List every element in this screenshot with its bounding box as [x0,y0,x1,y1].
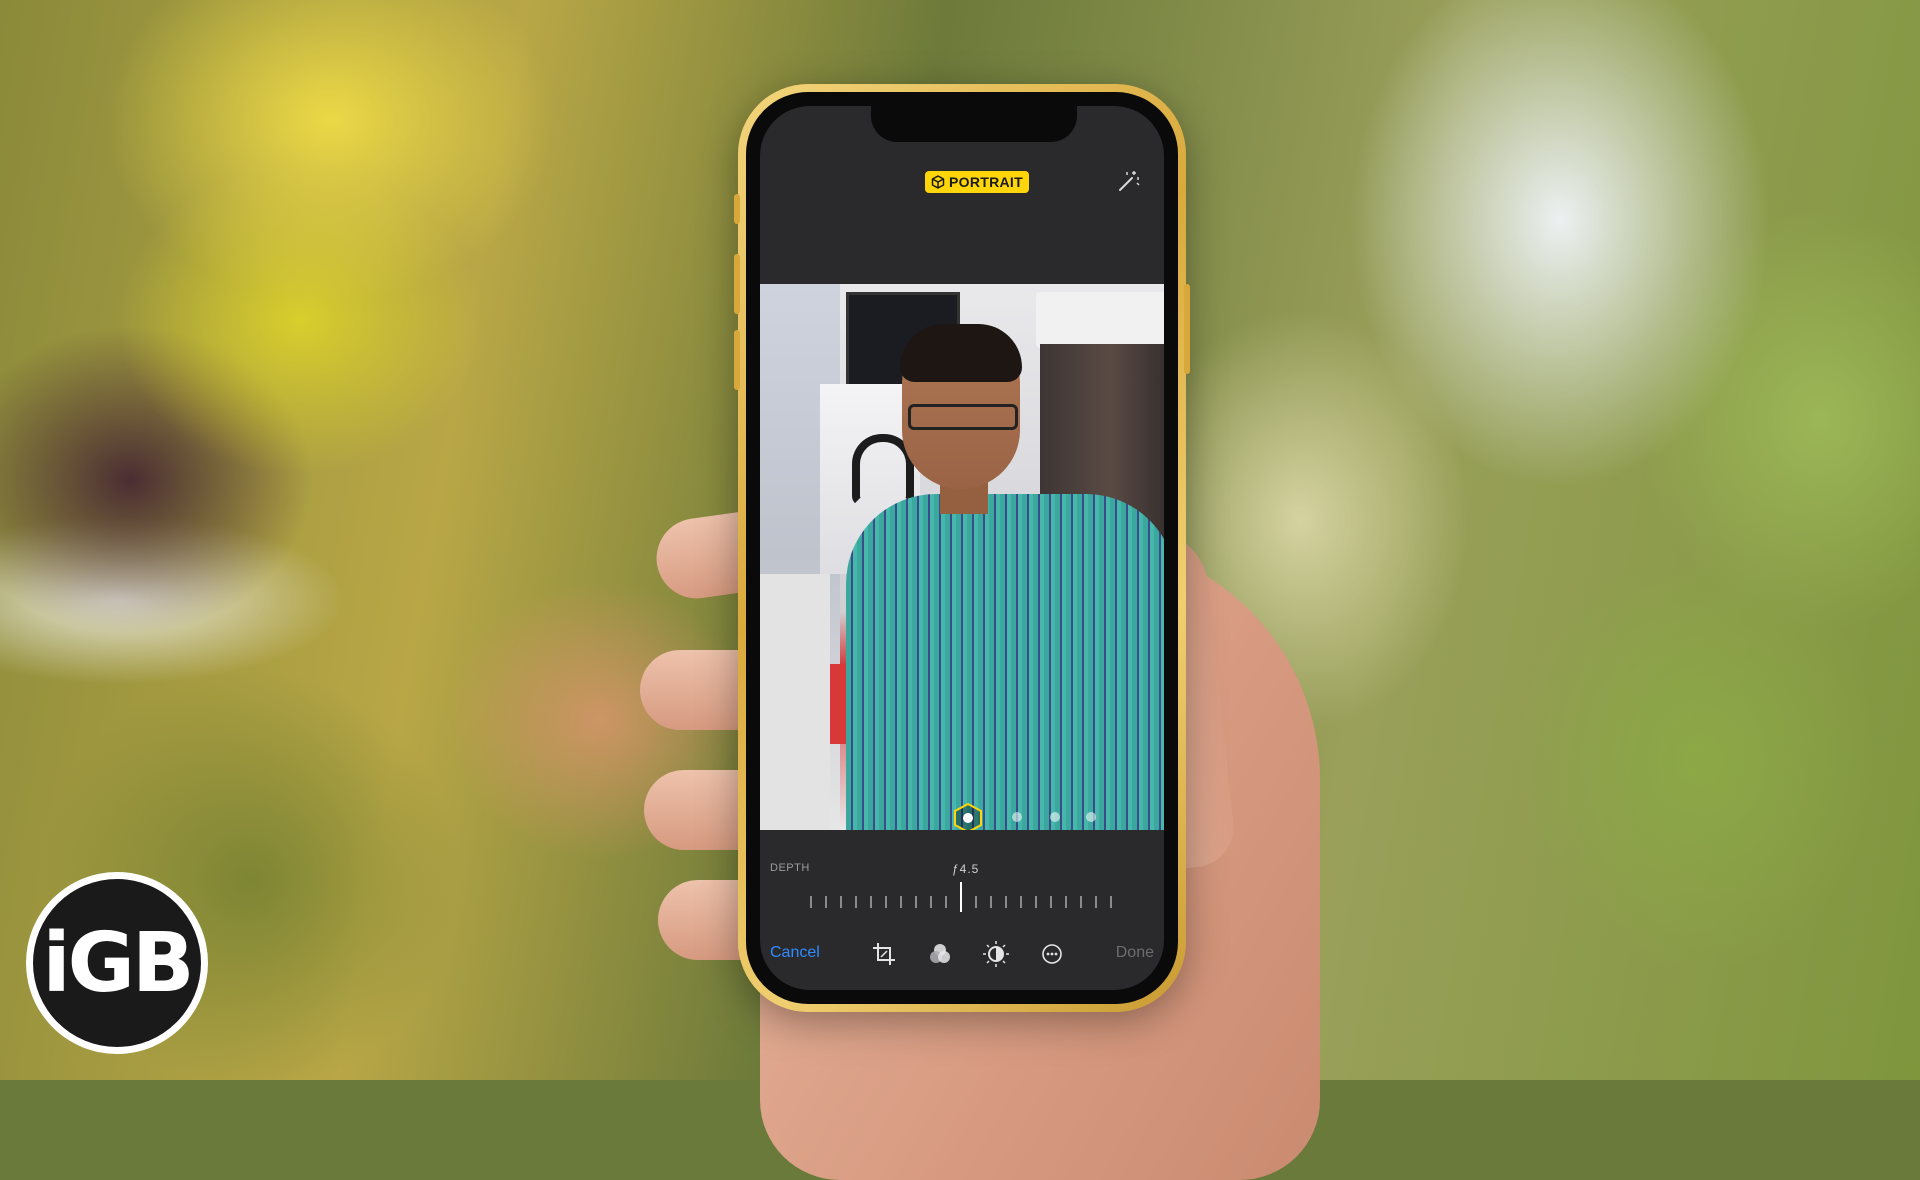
silent-switch [734,194,740,224]
screen: PORTRAIT DEPTH ƒ4.5 Cancel Done [760,106,1164,990]
depth-slider-tick [1035,896,1037,908]
depth-slider-indicator [960,882,962,912]
depth-slider-tick [1050,896,1052,908]
depth-slider-tick [915,896,917,908]
depth-slider-tick [1020,896,1022,908]
portrait-mode-label: PORTRAIT [949,174,1023,190]
depth-label: DEPTH [770,862,810,874]
filters-icon[interactable] [926,940,954,968]
side-button [1184,284,1190,374]
adjust-icon[interactable] [982,940,1010,968]
cancel-button[interactable]: Cancel [770,944,820,962]
depth-slider-tick [870,896,872,908]
natural-light-cube-icon[interactable] [952,802,984,830]
lighting-option-dot[interactable] [1012,812,1022,822]
notch [871,106,1077,142]
cube-icon [931,175,945,189]
depth-slider-tick [990,896,992,908]
depth-slider-tick [1095,896,1097,908]
portrait-photo[interactable] [760,284,1164,830]
depth-slider-tick [1065,896,1067,908]
depth-slider-tick [1080,896,1082,908]
bezel: PORTRAIT DEPTH ƒ4.5 Cancel Done [746,92,1178,1004]
depth-slider-tick [945,896,947,908]
depth-slider-tick [825,896,827,908]
crop-icon[interactable] [870,940,898,968]
depth-slider-tick [1110,896,1112,908]
depth-slider-tick [885,896,887,908]
depth-slider-tick [810,896,812,908]
photo-pegboard [760,574,830,830]
depth-slider-tick [1005,896,1007,908]
portrait-mode-badge[interactable]: PORTRAIT [925,171,1029,193]
photo-person-shirt [846,494,1164,830]
lighting-option-dot[interactable] [1086,812,1096,822]
photo-person-glasses [908,404,1018,430]
photo-person-hair [900,324,1022,382]
aperture-value: ƒ4.5 [952,862,980,876]
depth-slider-tick [930,896,932,908]
depth-slider-tick [840,896,842,908]
volume-up-button [734,254,740,314]
phone: PORTRAIT DEPTH ƒ4.5 Cancel Done [734,84,1190,1012]
lighting-option-dot[interactable] [1050,812,1060,822]
site-logo-text: iGB [33,879,201,1047]
depth-slider-tick [855,896,857,908]
depth-slider-tick [975,896,977,908]
more-icon[interactable] [1038,940,1066,968]
magic-wand-icon[interactable] [1114,168,1142,196]
volume-down-button [734,330,740,390]
depth-slider-tick [900,896,902,908]
photo-air-conditioner [1036,292,1164,348]
edit-toolbar: Cancel Done [760,936,1164,972]
site-logo: iGB [26,872,208,1054]
done-button[interactable]: Done [1116,944,1154,962]
depth-slider[interactable] [810,882,1130,916]
